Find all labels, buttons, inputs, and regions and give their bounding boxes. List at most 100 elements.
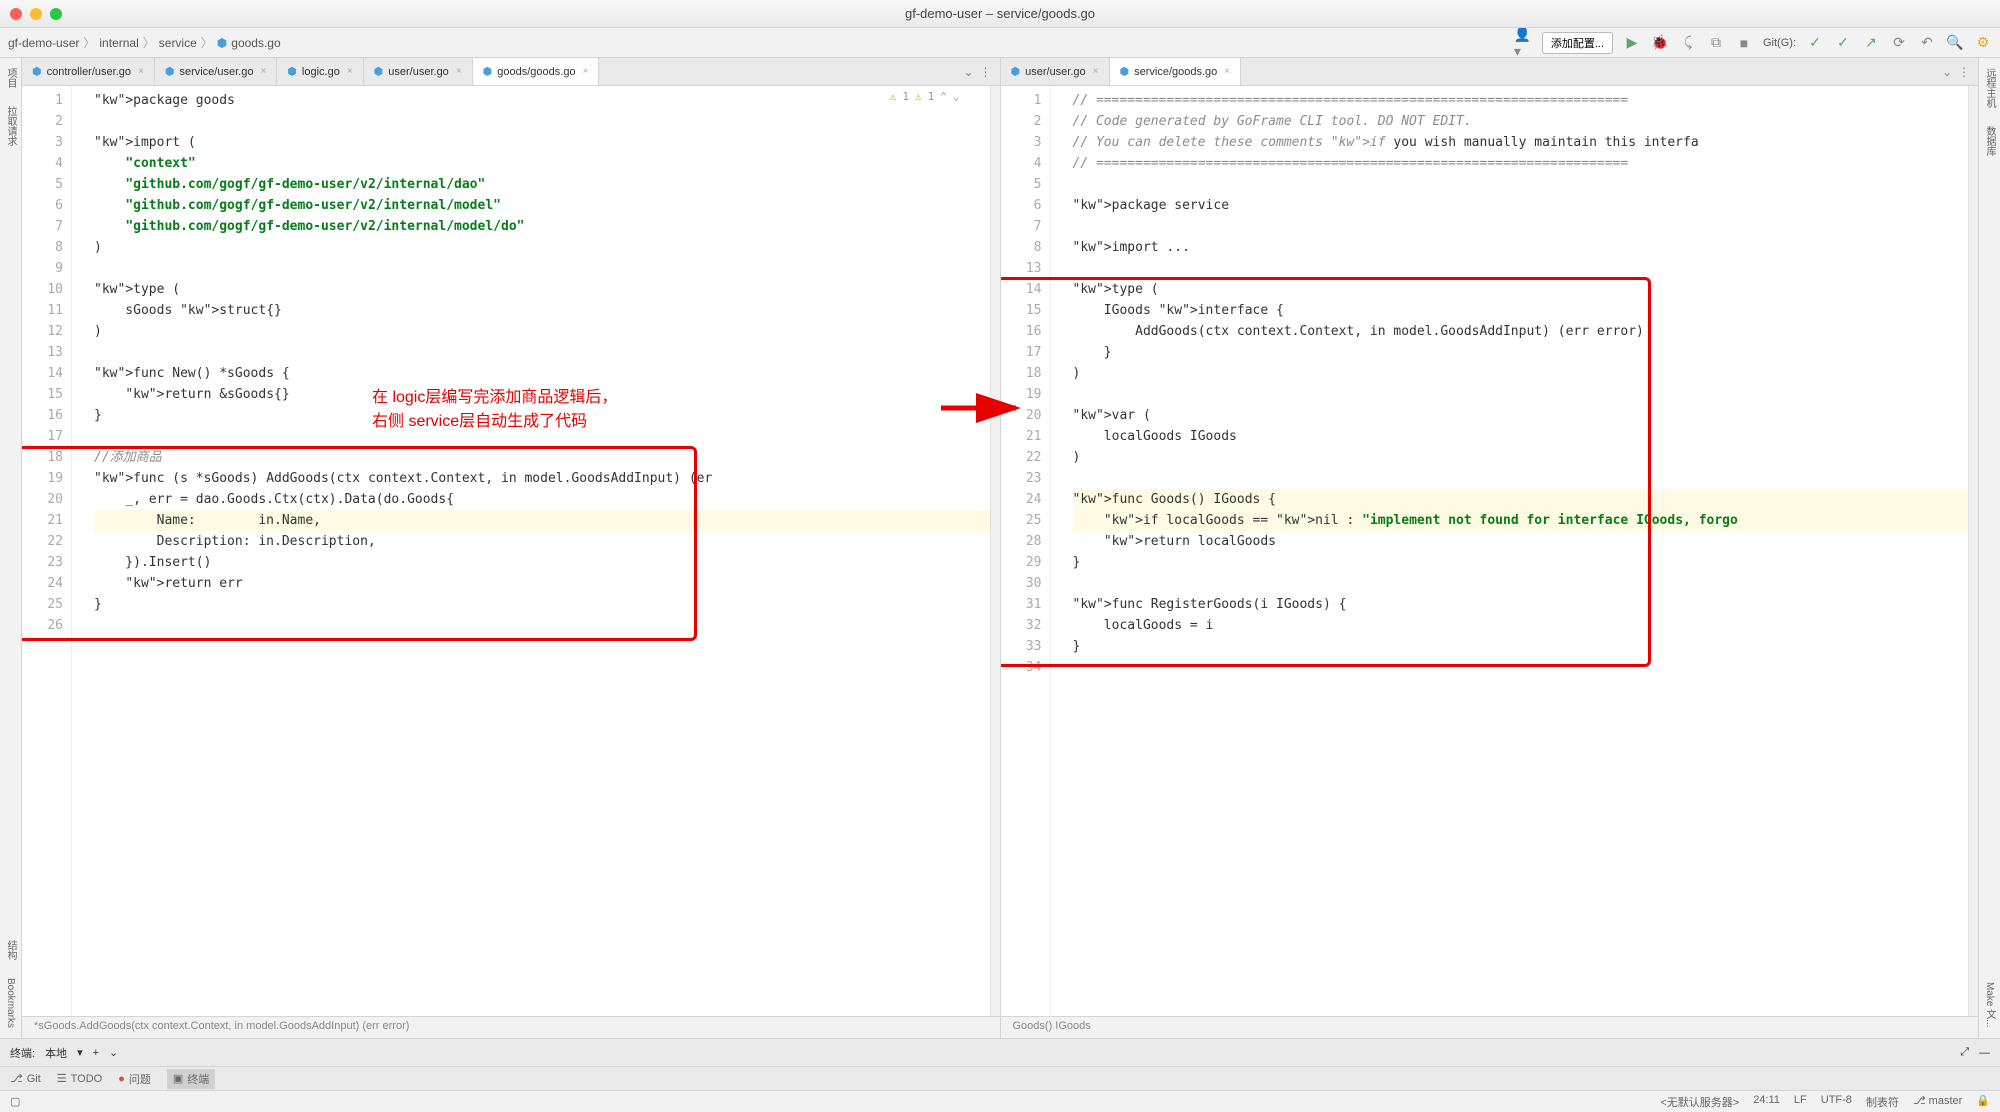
tabs-dropdown-icon[interactable]: ⌄: [963, 65, 973, 79]
right-tool-strip: 远程主机 数据库 Make 文...: [1978, 58, 2000, 1038]
arrow-icon: [941, 393, 1031, 423]
sidebar-pr[interactable]: 拉取请求: [3, 106, 18, 146]
sidebar-make[interactable]: Make 文...: [1982, 982, 1997, 1028]
go-file-icon: ⬢: [32, 65, 42, 78]
minimize-window-icon[interactable]: [30, 8, 42, 20]
inspection-widget[interactable]: ⚠1 ⚠1 ⌃⌄: [890, 90, 960, 103]
run-icon[interactable]: ▶: [1623, 34, 1641, 52]
terminal-hide-icon[interactable]: —: [1979, 1047, 1990, 1059]
add-config-button[interactable]: 添加配置...: [1542, 32, 1613, 54]
debug-icon[interactable]: 🐞: [1651, 34, 1669, 52]
tabs-more-icon[interactable]: ⋮: [980, 65, 992, 79]
tab-logic-go[interactable]: ⬢logic.go×: [277, 58, 363, 85]
status-bar: ▢ <无默认服务器> 24:11 LF UTF-8 制表符 ⎇ master 🔒: [0, 1090, 2000, 1112]
tool-window-toggle-icon[interactable]: ▢: [10, 1095, 20, 1108]
stop-icon[interactable]: ■: [1735, 34, 1753, 52]
git-update-icon[interactable]: ✓: [1806, 34, 1824, 52]
lock-icon[interactable]: 🔒: [1976, 1094, 1990, 1110]
close-tab-icon[interactable]: ×: [456, 66, 462, 77]
cursor-position[interactable]: 24:11: [1753, 1094, 1780, 1110]
window-controls: [10, 8, 62, 20]
sidebar-project[interactable]: 项目: [3, 68, 18, 88]
breadcrumb-file[interactable]: goods.go: [231, 36, 280, 50]
bottom-crumb-left[interactable]: *sGoods.AddGoods(ctx context.Context, in…: [22, 1016, 1000, 1038]
go-file-icon: ⬢: [287, 65, 297, 78]
tabs-right: ⬢user/user.go×⬢service/goods.go× ⌄ ⋮: [1001, 58, 1979, 86]
git-tool-button[interactable]: ⎇ Git: [10, 1072, 41, 1085]
problems-tool-button[interactable]: ● 问题: [118, 1071, 151, 1087]
code-content-left[interactable]: "kw">package goods "kw">import ( "contex…: [86, 86, 1000, 1016]
close-tab-icon[interactable]: ×: [1224, 66, 1230, 77]
go-file-icon: ⬢: [1120, 65, 1130, 78]
tab-user-user-go[interactable]: ⬢user/user.go×: [364, 58, 473, 85]
line-separator[interactable]: LF: [1794, 1094, 1807, 1110]
go-file-icon: ⬢: [165, 65, 175, 78]
indent-setting[interactable]: 制表符: [1866, 1094, 1899, 1110]
close-window-icon[interactable]: [10, 8, 22, 20]
user-icon[interactable]: 👤▾: [1514, 34, 1532, 52]
terminal-local-tab[interactable]: 本地: [45, 1045, 67, 1061]
tab-controller-user-go[interactable]: ⬢controller/user.go×: [22, 58, 155, 85]
go-file-icon: ⬢: [483, 65, 493, 78]
file-encoding[interactable]: UTF-8: [1821, 1094, 1852, 1110]
go-file-icon: ⬢: [1011, 65, 1021, 78]
tabs-left: ⬢controller/user.go×⬢service/user.go×⬢lo…: [22, 58, 1000, 86]
git-revert-icon[interactable]: ↶: [1918, 34, 1936, 52]
terminal-more-icon[interactable]: ⌄: [109, 1046, 118, 1059]
bottom-tool-bar: ⎇ Git ☰ TODO ● 问题 ▣ 终端: [0, 1066, 2000, 1090]
close-tab-icon[interactable]: ×: [138, 66, 144, 77]
tabs-more-icon[interactable]: ⋮: [1958, 65, 1970, 79]
main-toolbar: gf-demo-user〉 internal〉 service〉 ⬢ goods…: [0, 28, 2000, 58]
sidebar-bookmarks[interactable]: Bookmarks: [5, 978, 16, 1028]
line-gutter-right: 1234567813141516171819202122232425282930…: [1001, 86, 1051, 1016]
maximize-window-icon[interactable]: [50, 8, 62, 20]
window-title: gf-demo-user – service/goods.go: [905, 6, 1095, 21]
line-gutter-left: 1234567891011121314151617181920212223242…: [22, 86, 72, 1016]
terminal-expand-icon[interactable]: ⤢: [1960, 1046, 1969, 1059]
code-content-right[interactable]: // =====================================…: [1065, 86, 1979, 1016]
tab-service-goods-go[interactable]: ⬢service/goods.go×: [1110, 58, 1242, 85]
close-tab-icon[interactable]: ×: [1093, 66, 1099, 77]
code-area-right[interactable]: 1234567813141516171819202122232425282930…: [1001, 86, 1979, 1016]
breadcrumb: gf-demo-user〉 internal〉 service〉 ⬢ goods…: [8, 34, 281, 51]
go-file-icon: ⬢: [374, 65, 384, 78]
git-push-icon[interactable]: ↗: [1862, 34, 1880, 52]
tab-service-user-go[interactable]: ⬢service/user.go×: [155, 58, 277, 85]
search-icon[interactable]: 🔍: [1946, 34, 1964, 52]
editor-pane-left: ⬢controller/user.go×⬢service/user.go×⬢lo…: [22, 58, 1001, 1038]
git-commit-icon[interactable]: ✓: [1834, 34, 1852, 52]
left-tool-strip: 项目 拉取请求 结构 Bookmarks: [0, 58, 22, 1038]
git-branch[interactable]: ⎇ master: [1913, 1094, 1962, 1110]
todo-tool-button[interactable]: ☰ TODO: [57, 1072, 102, 1085]
terminal-tabs: 终端: 本地 ▾ + ⌄ ⤢ —: [0, 1038, 2000, 1066]
terminal-add-icon[interactable]: +: [93, 1047, 99, 1059]
tab-goods-goods-go[interactable]: ⬢goods/goods.go×: [473, 58, 600, 85]
editor-pane-right: ⬢user/user.go×⬢service/goods.go× ⌄ ⋮ 12345…: [1001, 58, 1979, 1038]
close-tab-icon[interactable]: ×: [583, 66, 589, 77]
coverage-icon[interactable]: ⤹: [1679, 34, 1697, 52]
bottom-crumb-right[interactable]: Goods() IGoods: [1001, 1016, 1979, 1038]
sidebar-structure[interactable]: 结构: [3, 940, 18, 960]
terminal-tool-button[interactable]: ▣ 终端: [167, 1069, 215, 1089]
git-label: Git(G):: [1763, 37, 1796, 49]
code-area-left[interactable]: 1234567891011121314151617181920212223242…: [22, 86, 1000, 1016]
breadcrumb-folder[interactable]: internal: [99, 36, 138, 50]
sidebar-remote[interactable]: 远程主机: [1982, 68, 1997, 108]
tabs-dropdown-icon[interactable]: ⌄: [1942, 65, 1952, 79]
sidebar-database[interactable]: 数据库: [1982, 126, 1997, 156]
breadcrumb-folder2[interactable]: service: [159, 36, 197, 50]
close-tab-icon[interactable]: ×: [347, 66, 353, 77]
deploy-server[interactable]: <无默认服务器>: [1660, 1094, 1739, 1110]
breadcrumb-project[interactable]: gf-demo-user: [8, 36, 79, 50]
git-history-icon[interactable]: ⟳: [1890, 34, 1908, 52]
titlebar: gf-demo-user – service/goods.go: [0, 0, 2000, 28]
scrollbar-right[interactable]: [1968, 86, 1978, 1016]
tab-user-user-go[interactable]: ⬢user/user.go×: [1001, 58, 1110, 85]
profile-icon[interactable]: ⧉: [1707, 34, 1725, 52]
scrollbar-left[interactable]: [990, 86, 1000, 1016]
terminal-dropdown-icon[interactable]: ▾: [77, 1046, 83, 1059]
close-tab-icon[interactable]: ×: [260, 66, 266, 77]
settings-icon[interactable]: ⚙: [1974, 34, 1992, 52]
go-file-icon: ⬢: [217, 36, 227, 50]
terminal-label: 终端:: [10, 1045, 35, 1061]
